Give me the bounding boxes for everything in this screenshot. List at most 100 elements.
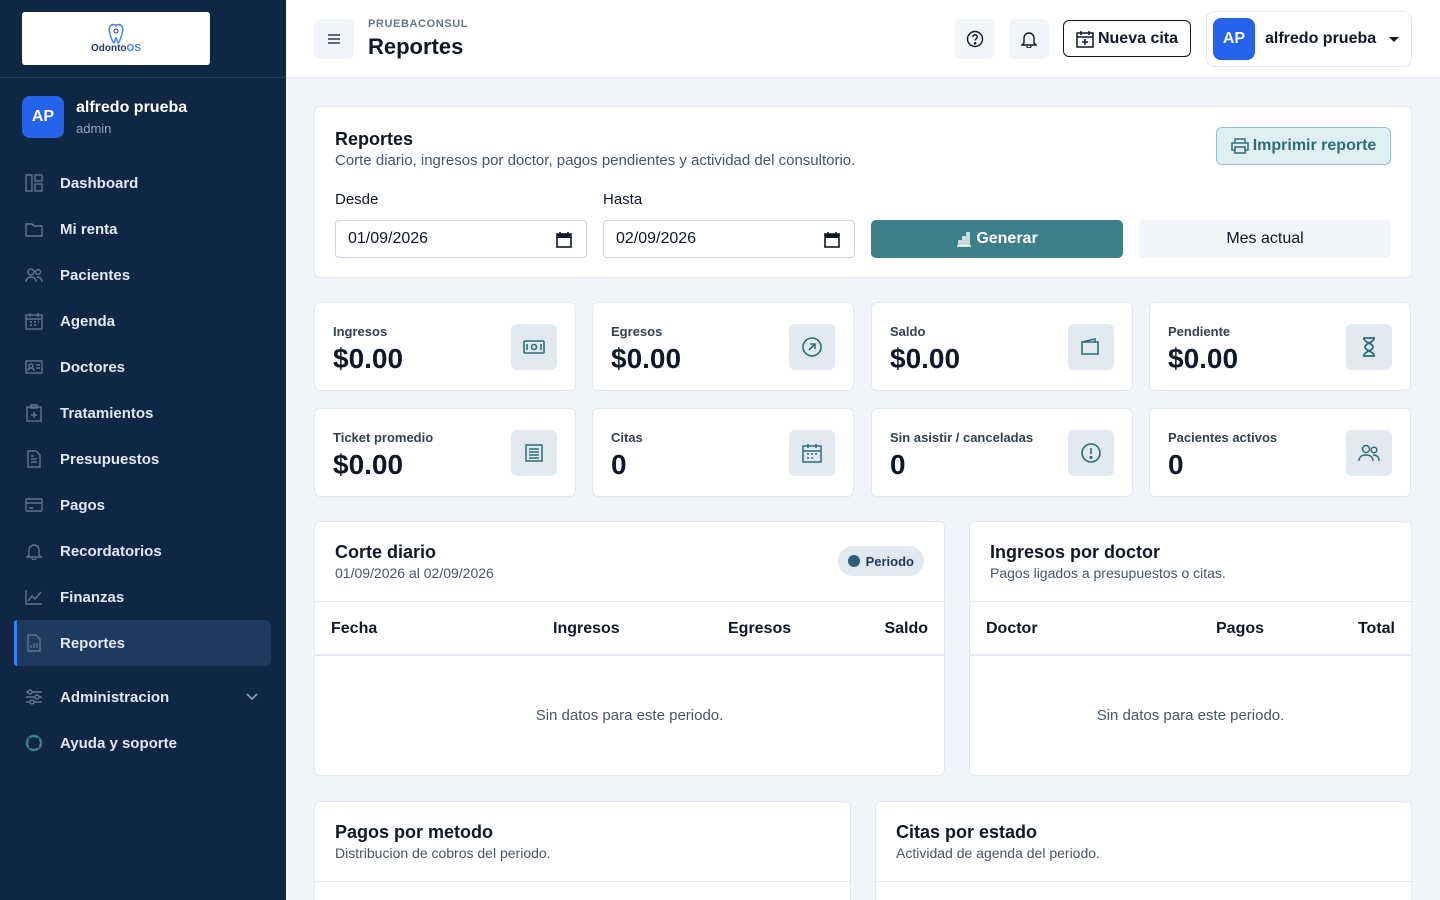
users-icon <box>24 265 44 285</box>
calendar-icon[interactable] <box>824 232 840 253</box>
bell-icon <box>1021 32 1037 48</box>
stat-label: Ingresos <box>333 324 388 339</box>
sidebar-item-presupuestos[interactable]: Presupuestos <box>14 436 271 482</box>
sidebar-item-label: Pacientes <box>60 266 131 284</box>
stat-value: $0.00 <box>333 449 404 480</box>
sidebar-item-tratamientos[interactable]: Tratamientos <box>14 390 271 436</box>
stat-label: Saldo <box>890 324 926 339</box>
calendar-icon[interactable] <box>556 232 572 253</box>
bar-chart-icon <box>957 232 972 247</box>
column-header-ingresos[interactable]: Ingresos <box>553 620 620 638</box>
sidebar-item-mi-renta[interactable]: Mi renta <box>14 206 271 252</box>
sliders-icon <box>24 687 44 707</box>
notifications-button[interactable] <box>1009 19 1049 59</box>
period-badge-label: Periodo <box>865 553 914 569</box>
generate-button[interactable]: Generar <box>871 220 1123 258</box>
current-month-button[interactable]: Mes actual <box>1139 220 1391 258</box>
clipboard-plus-icon <box>24 403 44 423</box>
panel-title: Citas por estado <box>896 822 1038 842</box>
menu-toggle-button[interactable] <box>314 19 354 59</box>
daily-cut-panel: Corte diario 01/09/2026 al 02/09/2026 Pe… <box>314 521 945 776</box>
column-header-fecha[interactable]: Fecha <box>331 620 377 638</box>
sidebar-item-pacientes[interactable]: Pacientes <box>14 252 271 298</box>
sidebar-item-label: Dashboard <box>60 174 139 192</box>
stat-value: 0 <box>611 449 627 480</box>
stat-value: 0 <box>1168 449 1184 480</box>
wallet-icon <box>1068 324 1114 370</box>
sidebar-item-doctores[interactable]: Doctores <box>14 344 271 390</box>
table-header: Doctor Pagos Total <box>970 601 1411 656</box>
hourglass-icon <box>1346 324 1392 370</box>
stat-value: $0.00 <box>1168 343 1239 374</box>
sidebar-item-dashboard[interactable]: Dashboard <box>14 160 271 206</box>
chevron-down-icon <box>245 689 259 707</box>
stat-card-citas: Citas 0 <box>592 408 854 497</box>
to-date-input[interactable]: 02/09/2026 <box>603 220 855 258</box>
folder-icon <box>24 219 44 239</box>
sidebar-item-pagos[interactable]: Pagos <box>14 482 271 528</box>
sidebar-nav: Dashboard Mi renta Pacientes Agenda Doct… <box>14 160 271 766</box>
tooth-logo-icon <box>101 23 131 45</box>
stat-label: Egresos <box>611 324 663 339</box>
panel-divider <box>876 881 1411 882</box>
users-icon <box>1346 430 1392 476</box>
sidebar-item-administracion[interactable]: Administracion <box>14 674 271 720</box>
sidebar-item-label: Agenda <box>60 312 116 330</box>
column-header-total[interactable]: Total <box>1358 620 1395 638</box>
user-menu[interactable]: AP alfredo prueba <box>1206 11 1412 67</box>
document-icon <box>24 449 44 469</box>
help-icon <box>966 30 984 48</box>
column-header-egresos[interactable]: Egresos <box>728 620 791 638</box>
calendar-plus-icon <box>1076 30 1094 48</box>
sidebar-item-ayuda[interactable]: Ayuda y soporte <box>14 720 271 766</box>
stat-value: $0.00 <box>890 343 961 374</box>
panel-title: Pagos por metodo <box>335 822 494 842</box>
stat-card-egresos: Egresos $0.00 <box>592 302 854 391</box>
hamburger-icon <box>328 34 340 44</box>
stat-label: Pendiente <box>1168 324 1231 339</box>
status-dot-icon <box>847 555 860 567</box>
avatar: AP <box>22 96 64 138</box>
help-button[interactable] <box>955 19 995 59</box>
stat-card-saldo: Saldo $0.00 <box>871 302 1133 391</box>
column-header-pagos[interactable]: Pagos <box>1216 620 1264 638</box>
id-card-icon <box>24 357 44 377</box>
stat-card-pacientes-activos: Pacientes activos 0 <box>1149 408 1411 497</box>
empty-state: Sin datos para este periodo. <box>1096 707 1285 724</box>
report-icon <box>24 633 44 653</box>
sidebar-item-recordatorios[interactable]: Recordatorios <box>14 528 271 574</box>
stat-label: Citas <box>611 430 643 445</box>
panel-title: Ingresos por doctor <box>990 542 1161 562</box>
print-report-label: Imprimir reporte <box>1252 137 1377 154</box>
filters-title: Reportes <box>335 129 414 149</box>
sidebar-item-reportes[interactable]: Reportes <box>14 620 271 666</box>
period-badge: Periodo <box>837 546 924 576</box>
sidebar-item-label: Mi renta <box>60 220 118 238</box>
from-date-input[interactable]: 01/09/2026 <box>335 220 587 258</box>
column-header-saldo[interactable]: Saldo <box>884 620 928 638</box>
appointments-by-status-panel: Citas por estado Actividad de agenda del… <box>875 801 1412 900</box>
receipt-icon <box>511 430 557 476</box>
arrow-up-right-icon <box>789 324 835 370</box>
sidebar-item-agenda[interactable]: Agenda <box>14 298 271 344</box>
breadcrumb: PRUEBACONSUL <box>368 18 469 30</box>
payments-by-method-panel: Pagos por metodo Distribucion de cobros … <box>314 801 851 900</box>
new-appointment-button[interactable]: Nueva cita <box>1063 20 1191 57</box>
avatar: AP <box>1213 18 1255 60</box>
stat-value: 0 <box>890 449 906 480</box>
stat-label: Pacientes activos <box>1168 430 1278 445</box>
page-title: Reportes <box>368 34 464 59</box>
topbar: PRUEBACONSUL Reportes Nueva cita AP alfr… <box>286 0 1440 78</box>
panel-subtitle: Pagos ligados a presupuestos o citas. <box>990 565 1226 581</box>
income-by-doctor-panel: Ingresos por doctor Pagos ligados a pres… <box>969 521 1412 776</box>
sidebar-item-label: Finanzas <box>60 588 125 606</box>
sidebar-item-label: Administracion <box>60 688 170 706</box>
column-header-doctor[interactable]: Doctor <box>986 620 1038 638</box>
print-report-button[interactable]: Imprimir reporte <box>1216 127 1391 165</box>
sidebar-item-finanzas[interactable]: Finanzas <box>14 574 271 620</box>
sidebar-item-label: Pagos <box>60 496 106 514</box>
brand-logo[interactable]: OdontoOS <box>22 12 210 65</box>
panel-subtitle: Distribucion de cobros del periodo. <box>335 845 551 861</box>
new-appointment-label: Nueva cita <box>1097 29 1179 47</box>
panel-subtitle: 01/09/2026 al 02/09/2026 <box>335 565 494 581</box>
